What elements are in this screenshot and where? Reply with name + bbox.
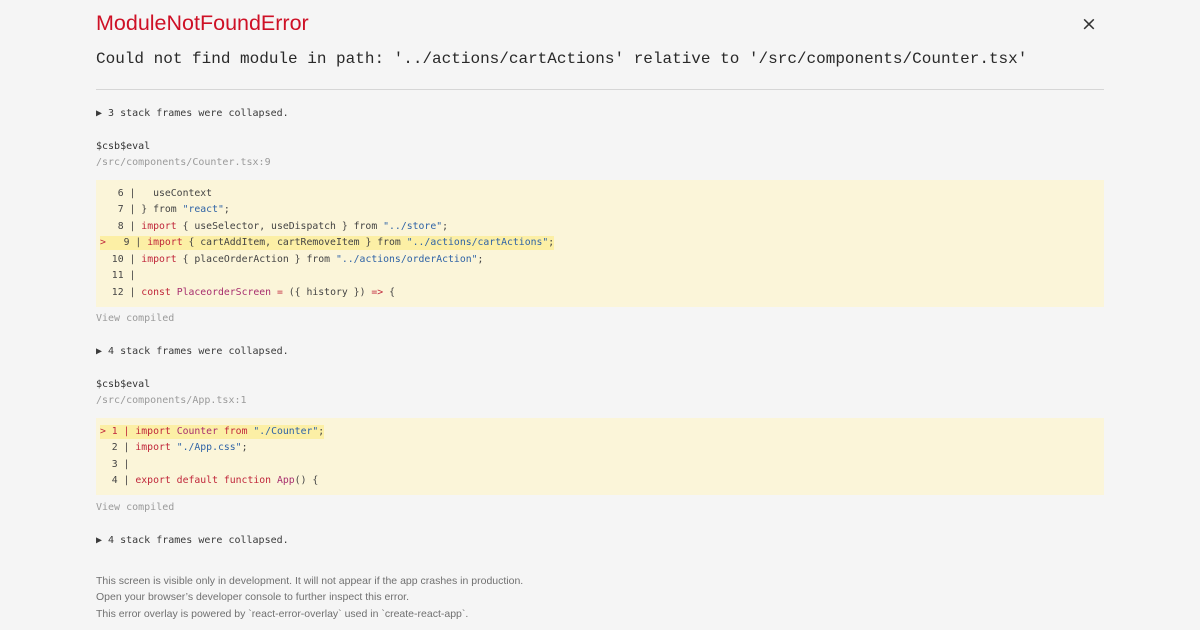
stack-frame-location: /src/components/App.tsx:1 (96, 395, 247, 406)
code-token: 12 | (100, 287, 142, 298)
collapsed-frames-toggle[interactable]: ▶ 4 stack frames were collapsed. (96, 535, 289, 546)
stack-frame-function: $csb$eval (96, 141, 151, 152)
code-token: > 1 | import (100, 426, 171, 437)
code-line: 8 | import { useSelector, useDispatch } … (100, 220, 448, 234)
footer-line: This screen is visible only in developme… (96, 575, 524, 587)
footer-line: Open your browser’s developer console to… (96, 591, 410, 603)
code-token: App (276, 475, 295, 486)
code-line: 7 | } from "react"; (100, 203, 230, 217)
code-line: 3 | (100, 458, 130, 472)
code-token: export default function (135, 475, 272, 486)
code-token: const (141, 287, 171, 298)
code-token: import (147, 237, 183, 248)
code-token: 8 | (100, 221, 142, 232)
close-icon[interactable]: × (1080, 12, 1098, 36)
code-token: ; (477, 254, 484, 265)
code-token: ; (442, 221, 449, 232)
code-token: ; (223, 204, 230, 215)
code-token: "./Counter" (253, 426, 319, 437)
error-title: ModuleNotFoundError (96, 11, 309, 35)
code-token: "./App.css" (176, 442, 242, 453)
code-token: 7 | } from (100, 204, 183, 215)
code-line: 11 | (100, 269, 136, 283)
code-line: 4 | export default function App() { (100, 474, 318, 488)
code-line-highlighted: > 9 | import { cartAddItem, cartRemoveIt… (100, 236, 555, 250)
code-token: { placeOrderAction } from (176, 254, 336, 265)
code-token: "../store" (383, 221, 443, 232)
code-token: "react" (182, 204, 224, 215)
code-token: Counter (176, 426, 218, 437)
code-token: ; (548, 237, 555, 248)
code-token: ; (318, 426, 325, 437)
code-token: { useSelector, useDispatch } from (176, 221, 384, 232)
code-token: 4 | (100, 475, 136, 486)
code-token: import (141, 254, 177, 265)
collapsed-frames-toggle[interactable]: ▶ 4 stack frames were collapsed. (96, 346, 289, 357)
view-compiled-link[interactable]: View compiled (96, 502, 174, 513)
footer-line: This error overlay is powered by `react-… (96, 608, 469, 620)
code-snippet: 6 | useContext 7 | } from "react"; 8 | i… (96, 180, 1104, 307)
code-token: () { (294, 475, 319, 486)
code-token: ({ history }) (282, 287, 372, 298)
code-token: import (141, 221, 177, 232)
code-token: { cartAddItem, cartRemoveItem } from (182, 237, 407, 248)
stack-frame-location: /src/components/Counter.tsx:9 (96, 157, 271, 168)
code-snippet: > 1 | import Counter from "./Counter"; 2… (96, 418, 1104, 495)
code-line-highlighted: > 1 | import Counter from "./Counter"; (100, 425, 325, 439)
code-token: 6 | useContext (100, 188, 213, 199)
view-compiled-link[interactable]: View compiled (96, 313, 174, 324)
code-token: => (371, 287, 384, 298)
code-line: 2 | import "./App.css"; (100, 441, 248, 455)
code-token: 11 | (100, 270, 136, 281)
code-token: PlaceorderScreen (176, 287, 272, 298)
code-line: 6 | useContext (100, 187, 212, 201)
code-token: 2 | (100, 442, 136, 453)
stack-frame-function: $csb$eval (96, 379, 151, 390)
code-token: 3 | (100, 459, 130, 470)
code-token: from (223, 426, 248, 437)
code-line: 10 | import { placeOrderAction } from ".… (100, 253, 484, 267)
error-message: Could not find module in path: '../actio… (96, 50, 1028, 68)
code-token: "../actions/orderAction" (335, 254, 478, 265)
code-token: { (383, 287, 395, 298)
code-line: 12 | const PlaceorderScreen = ({ history… (100, 286, 395, 300)
collapsed-frames-toggle[interactable]: ▶ 3 stack frames were collapsed. (96, 108, 289, 119)
code-token: "../actions/cartActions" (406, 237, 549, 248)
divider (96, 89, 1104, 90)
code-token: import (135, 442, 171, 453)
code-token: 9 | (105, 237, 148, 248)
code-token: 10 | (100, 254, 142, 265)
code-token: ; (241, 442, 248, 453)
